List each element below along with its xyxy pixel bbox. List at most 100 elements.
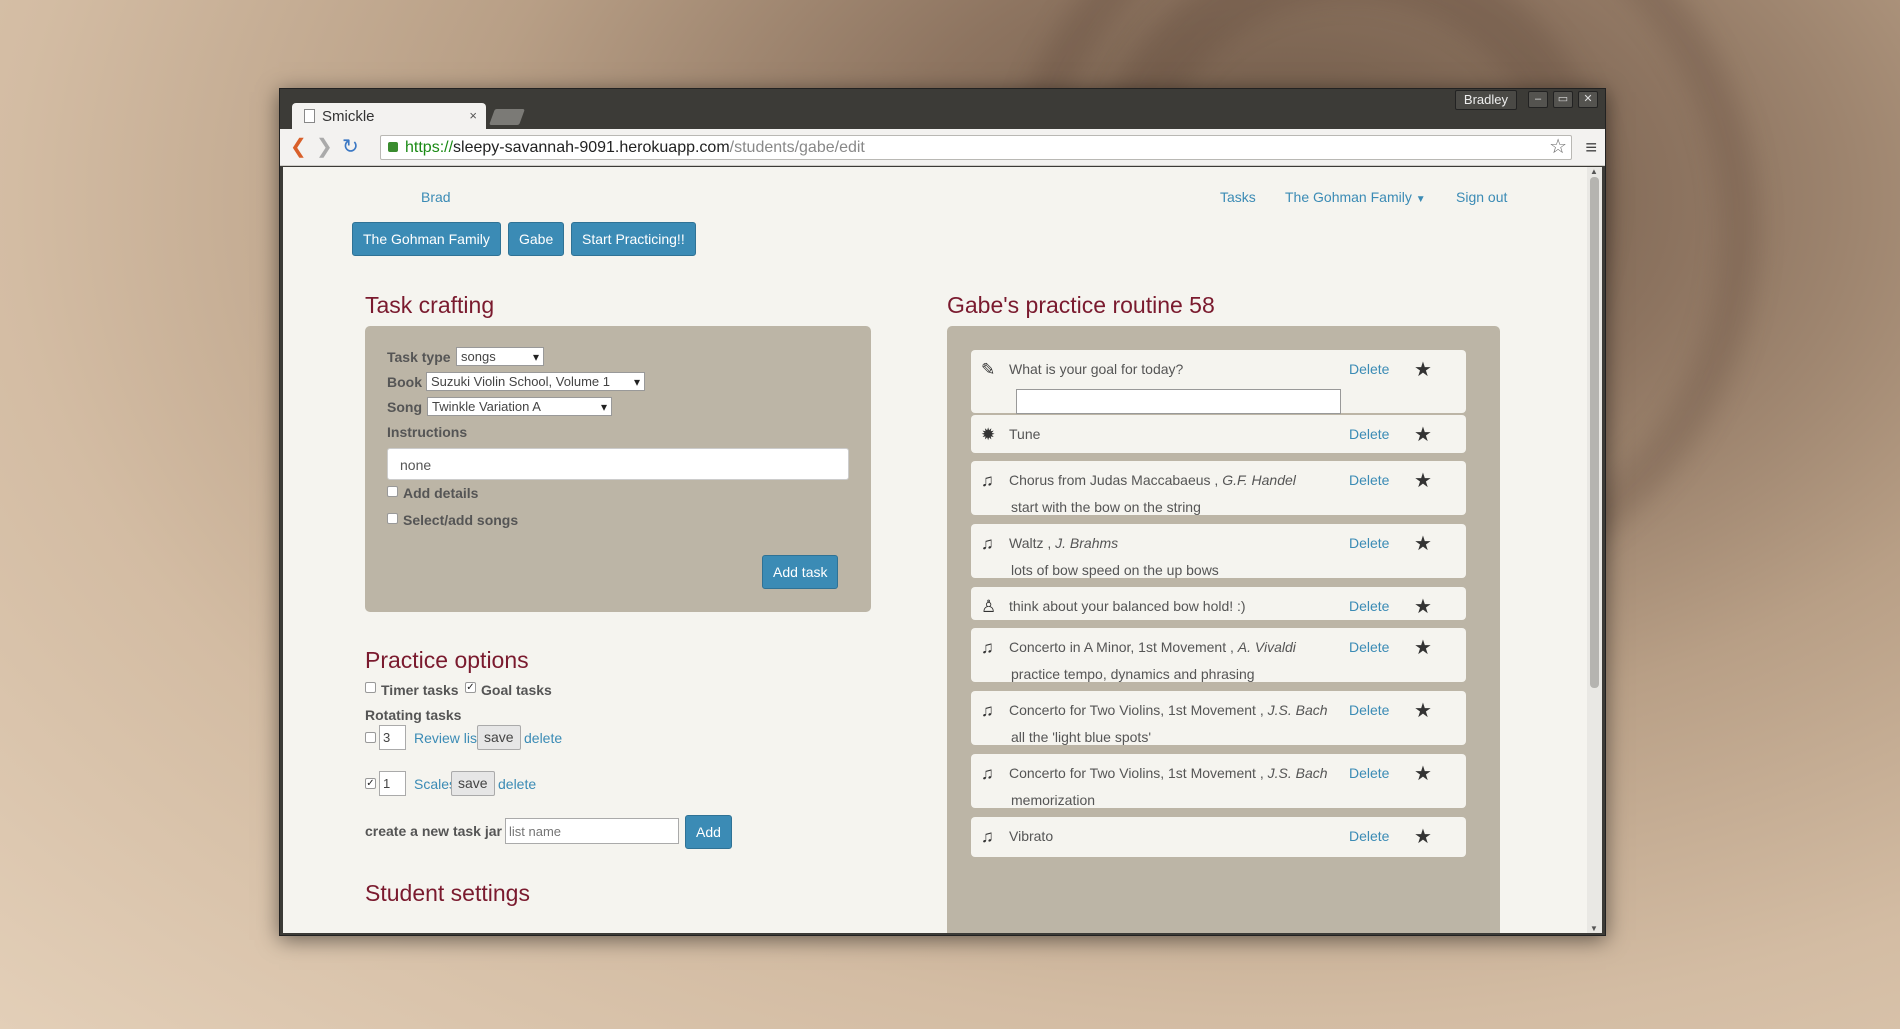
practice-options-title: Practice options: [365, 647, 529, 673]
music-icon: ♫: [981, 471, 994, 490]
profile-badge[interactable]: Bradley: [1454, 90, 1517, 110]
star-icon[interactable]: ★: [1414, 531, 1432, 556]
scales-link[interactable]: Scales: [414, 776, 456, 792]
task-composer: A. Vivaldi: [1237, 639, 1296, 655]
routine-task: ♫ Concerto in A Minor, 1st Movement , A. …: [971, 628, 1466, 682]
browser-tab[interactable]: Smickle ×: [292, 103, 486, 129]
family-button[interactable]: The Gohman Family: [352, 222, 501, 256]
review-list-checkbox[interactable]: [365, 732, 376, 743]
task-delete-link[interactable]: Delete: [1349, 828, 1389, 844]
new-tab-button[interactable]: [489, 109, 525, 125]
star-icon[interactable]: ★: [1414, 468, 1432, 493]
task-title-text: What is your goal for today?: [1009, 361, 1184, 377]
task-delete-link[interactable]: Delete: [1349, 598, 1389, 614]
task-title-text: Vibrato: [1009, 828, 1054, 844]
task-delete-link[interactable]: Delete: [1349, 765, 1389, 781]
star-icon[interactable]: ★: [1414, 635, 1432, 660]
task-title-text: Concerto in A Minor, 1st Movement ,: [1009, 639, 1238, 655]
task-composer: J.S. Bach: [1267, 765, 1328, 781]
maximize-icon[interactable]: ▭: [1553, 91, 1573, 108]
scroll-down-icon[interactable]: ▼: [1590, 924, 1598, 933]
nav-signout[interactable]: Sign out: [1456, 189, 1507, 205]
task-delete-link[interactable]: Delete: [1349, 361, 1389, 377]
task-title-text: Waltz ,: [1009, 535, 1056, 551]
student-button[interactable]: Gabe: [508, 222, 565, 256]
nav-family-dropdown[interactable]: The Gohman Family ▼: [1285, 189, 1426, 205]
book-select[interactable]: Suzuki Violin School, Volume 1: [426, 372, 645, 391]
task-type-select[interactable]: songs: [456, 347, 544, 366]
song-select[interactable]: Twinkle Variation A: [427, 397, 612, 416]
add-details-label: Add details: [403, 485, 479, 501]
task-delete-link[interactable]: Delete: [1349, 702, 1389, 718]
instructions-input[interactable]: none: [387, 448, 849, 480]
task-jar-add-button[interactable]: Add: [685, 815, 732, 849]
task-title: Waltz , J. Brahms: [1009, 535, 1118, 551]
select-songs-checkbox[interactable]: [387, 513, 398, 524]
task-delete-link[interactable]: Delete: [1349, 639, 1389, 655]
task-title: Concerto for Two Violins, 1st Movement ,…: [1009, 702, 1328, 718]
star-icon[interactable]: ★: [1414, 698, 1432, 723]
task-title-text: Tune: [1009, 426, 1041, 442]
task-instructions: lots of bow speed on the up bows: [1011, 562, 1219, 578]
tab-strip: Smickle × Bradley – ▭ ✕: [280, 89, 1605, 129]
review-list-save-button[interactable]: save: [477, 725, 521, 750]
task-delete-link[interactable]: Delete: [1349, 472, 1389, 488]
timer-tasks-label: Timer tasks: [381, 682, 459, 698]
add-task-button[interactable]: Add task: [762, 555, 839, 589]
caret-down-icon: ▼: [1415, 194, 1426, 205]
goal-input[interactable]: [1016, 389, 1341, 414]
scales-checkbox[interactable]: ✓: [365, 778, 376, 789]
review-list-link[interactable]: Review list: [414, 730, 481, 746]
star-icon[interactable]: ★: [1414, 357, 1432, 382]
star-icon[interactable]: ★: [1414, 761, 1432, 786]
scales-save-button[interactable]: save: [451, 771, 495, 796]
routine-task: ♫ Chorus from Judas Maccabaeus , G.F. Han…: [971, 461, 1466, 515]
star-icon[interactable]: ★: [1414, 824, 1432, 849]
music-icon: ♫: [981, 764, 994, 783]
task-jar-label: create a new task jar: [365, 823, 502, 839]
scales-delete-link[interactable]: delete: [498, 776, 536, 792]
browser-window: Smickle × Bradley – ▭ ✕ ❮ ❯ ↻ https://sl…: [279, 88, 1606, 936]
star-icon[interactable]: ★: [1414, 594, 1432, 619]
add-details-checkbox[interactable]: [387, 486, 398, 497]
task-composer: J. Brahms: [1055, 535, 1119, 551]
song-label: Song: [387, 399, 422, 415]
bookmark-star-icon[interactable]: ☆: [1549, 136, 1567, 159]
url-path: /students/gabe/edit: [729, 139, 865, 156]
task-title: What is your goal for today?: [1009, 361, 1183, 377]
star-icon[interactable]: ★: [1414, 422, 1432, 447]
scrollbar-thumb[interactable]: [1590, 177, 1599, 688]
url-host: sleepy-savannah-9091.herokuapp.com: [453, 139, 730, 156]
goal-tasks-checkbox[interactable]: ✓: [465, 682, 476, 693]
close-window-icon[interactable]: ✕: [1578, 91, 1598, 108]
routine-task: ♙ think about your balanced bow hold! :) D…: [971, 587, 1466, 620]
task-type-label: Task type: [387, 349, 451, 365]
review-list-count[interactable]: 3: [379, 725, 406, 750]
routine-task: ♫ Vibrato Delete ★: [971, 817, 1466, 857]
scales-count[interactable]: 1: [379, 771, 406, 796]
minimize-icon[interactable]: –: [1528, 91, 1548, 108]
brand-link[interactable]: Brad: [421, 189, 451, 205]
nav-tasks[interactable]: Tasks: [1220, 189, 1256, 205]
reload-icon[interactable]: ↻: [342, 135, 359, 159]
task-instructions: start with the bow on the string: [1011, 499, 1201, 515]
routine-task: ✎ What is your goal for today? Delete ★: [971, 350, 1466, 414]
menu-icon[interactable]: ≡: [1585, 137, 1597, 160]
start-practicing-button[interactable]: Start Practicing!!: [571, 222, 696, 256]
back-icon[interactable]: ❮: [290, 135, 307, 159]
timer-tasks-checkbox[interactable]: [365, 682, 376, 693]
routine-task: ♫ Waltz , J. Brahms Delete ★ lots of bow spe…: [971, 524, 1466, 578]
pencil-icon: ✎: [981, 360, 996, 379]
scrollbar[interactable]: ▲ ▼: [1587, 167, 1602, 933]
scroll-up-icon[interactable]: ▲: [1590, 167, 1598, 176]
task-delete-link[interactable]: Delete: [1349, 535, 1389, 551]
forward-icon[interactable]: ❯: [316, 135, 333, 159]
task-jar-input[interactable]: [505, 818, 679, 844]
close-tab-icon[interactable]: ×: [469, 108, 477, 123]
document-icon: [304, 109, 315, 123]
review-list-delete-link[interactable]: delete: [524, 730, 562, 746]
task-composer: G.F. Handel: [1222, 472, 1296, 488]
task-delete-link[interactable]: Delete: [1349, 426, 1389, 442]
address-bar[interactable]: https://sleepy-savannah-9091.herokuapp.c…: [380, 135, 1572, 160]
task-title: Concerto for Two Violins, 1st Movement ,…: [1009, 765, 1328, 781]
